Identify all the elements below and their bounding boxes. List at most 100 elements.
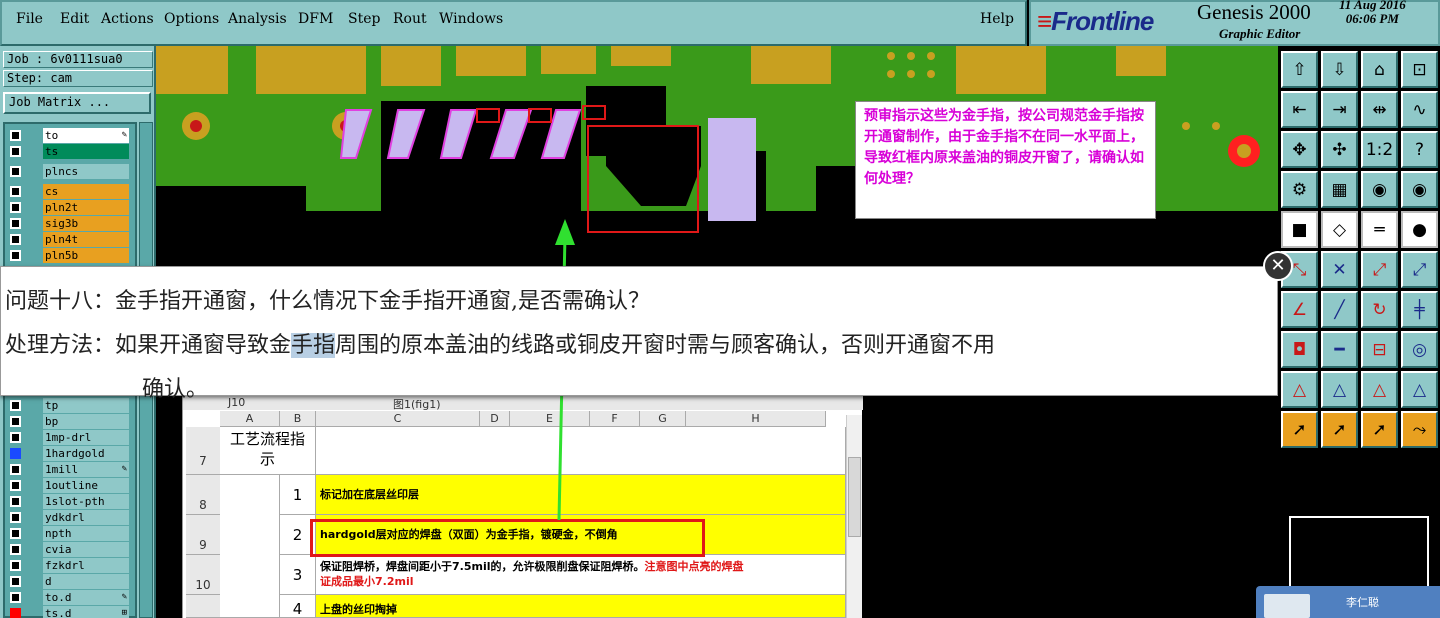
layer-row[interactable]: d <box>7 574 129 589</box>
sheet-scrollbar[interactable] <box>846 415 862 618</box>
layer-name[interactable]: to.d ✎ <box>43 590 129 605</box>
row-header[interactable]: 9 <box>186 515 220 555</box>
menu-windows[interactable]: Windows <box>439 11 503 27</box>
cell-reference[interactable]: J10 <box>228 396 245 409</box>
tool-button[interactable]: ╱ <box>1321 291 1358 328</box>
menu-actions[interactable]: Actions <box>101 11 154 27</box>
instruction-cell[interactable]: 上盘的丝印掏掉 <box>316 595 846 618</box>
layer-name[interactable]: 1mill ✎ <box>43 462 129 477</box>
instruction-cell[interactable]: 保证阻焊桥，焊盘间距小于7.5mil的，允许极限削盘保证阻焊桥。注意图中点亮的焊… <box>316 555 846 595</box>
tool-button[interactable]: ◘ <box>1281 331 1318 368</box>
layer-name[interactable]: d <box>43 574 129 589</box>
layer-row[interactable]: ts.d ⊞ <box>7 606 129 618</box>
col-header[interactable]: G <box>640 411 686 427</box>
row-header[interactable]: 7 <box>186 427 220 475</box>
menu-analysis[interactable]: Analysis <box>228 11 287 27</box>
layer-name[interactable]: cs <box>43 184 129 199</box>
layer-row[interactable]: bp <box>7 414 129 429</box>
layer-row[interactable]: 1mill ✎ <box>7 462 129 477</box>
layer-row[interactable]: npth <box>7 526 129 541</box>
tool-button[interactable]: ◉ <box>1361 171 1398 208</box>
tool-button[interactable]: ➚ <box>1321 411 1358 448</box>
tool-button[interactable]: ◇ <box>1321 211 1358 248</box>
tool-button[interactable]: ? <box>1401 131 1438 168</box>
layer-checkbox[interactable] <box>10 496 21 507</box>
tool-button[interactable]: △ <box>1321 371 1358 408</box>
row-header[interactable] <box>186 595 220 618</box>
tool-button[interactable]: ➚ <box>1281 411 1318 448</box>
layer-checkbox[interactable] <box>10 166 21 177</box>
layer-checkbox[interactable] <box>10 512 21 523</box>
layer-checkbox[interactable] <box>10 480 21 491</box>
layer-checkbox[interactable] <box>10 186 21 197</box>
layer-row[interactable]: to ✎ <box>7 128 129 143</box>
layer-row[interactable]: cvia <box>7 542 129 557</box>
layer-row[interactable]: to.d ✎ <box>7 590 129 605</box>
layer-checkbox[interactable] <box>10 576 21 587</box>
layer-name[interactable]: 1outline <box>43 478 129 493</box>
layer-checkbox[interactable] <box>10 448 21 459</box>
tool-button[interactable]: ➚ <box>1361 411 1398 448</box>
layer-name[interactable]: ydkdrl <box>43 510 129 525</box>
row-header[interactable]: 10 <box>186 555 220 595</box>
layer-row[interactable]: plncs <box>7 164 129 179</box>
tool-button[interactable]: ◉ <box>1401 171 1438 208</box>
tool-button[interactable]: ⇧ <box>1281 51 1318 88</box>
layer-checkbox[interactable] <box>10 400 21 411</box>
tool-button[interactable]: ═ <box>1361 211 1398 248</box>
layer-checkbox[interactable] <box>10 592 21 603</box>
layer-checkbox[interactable] <box>10 234 21 245</box>
tool-button[interactable]: ✕ <box>1321 251 1358 288</box>
layer-row[interactable]: ydkdrl <box>7 510 129 525</box>
layer-row[interactable]: ts <box>7 144 129 159</box>
tool-button[interactable]: ⇩ <box>1321 51 1358 88</box>
chat-notification[interactable]: 李仁聪 <box>1256 586 1440 618</box>
menu-edit[interactable]: Edit <box>60 11 89 27</box>
row-header[interactable]: 8 <box>186 475 220 515</box>
tool-button[interactable]: ✣ <box>1321 131 1358 168</box>
menu-file[interactable]: File <box>16 11 43 27</box>
scroll-thumb[interactable] <box>848 457 861 537</box>
tool-button[interactable]: ⇥ <box>1321 91 1358 128</box>
layer-name[interactable]: tp <box>43 398 129 413</box>
menu-options[interactable]: Options <box>164 11 219 27</box>
tool-button[interactable]: ∠ <box>1281 291 1318 328</box>
tool-button[interactable]: 1:2 <box>1361 131 1398 168</box>
layer-checkbox[interactable] <box>10 608 21 618</box>
layer-row[interactable]: sig3b <box>7 216 129 231</box>
tool-button[interactable]: ⤳ <box>1401 411 1438 448</box>
col-header[interactable]: A <box>220 411 280 427</box>
formula-content[interactable]: 图1(fig1) <box>393 396 441 412</box>
layer-row[interactable]: pln4t <box>7 232 129 247</box>
layer-name[interactable]: ts <box>43 144 129 159</box>
tool-button[interactable]: ✥ <box>1281 131 1318 168</box>
layer-checkbox[interactable] <box>10 528 21 539</box>
index-cell[interactable]: 3 <box>280 555 316 595</box>
menu-dfm[interactable]: DFM <box>298 11 333 27</box>
layer-row[interactable]: pln2t <box>7 200 129 215</box>
tool-button[interactable]: ╪ <box>1401 291 1438 328</box>
tool-button[interactable]: ⌂ <box>1361 51 1398 88</box>
cell[interactable] <box>220 475 280 618</box>
tool-button[interactable]: ⇹ <box>1361 91 1398 128</box>
layer-name[interactable]: pln2t <box>43 200 129 215</box>
layer-checkbox[interactable] <box>10 250 21 261</box>
layer-name[interactable]: 1mp-drl <box>43 430 129 445</box>
close-button[interactable]: ✕ <box>1263 251 1293 281</box>
tool-button[interactable]: ⤢ <box>1401 251 1438 288</box>
process-header-cell[interactable]: 工艺流程指示 <box>220 427 316 475</box>
col-header[interactable]: D <box>480 411 510 427</box>
tool-button[interactable]: △ <box>1281 371 1318 408</box>
menu-step[interactable]: Step <box>348 11 380 27</box>
layer-checkbox[interactable] <box>10 218 21 229</box>
layer-name[interactable]: plncs <box>43 164 129 179</box>
layer-row[interactable]: 1mp-drl <box>7 430 129 445</box>
layer-checkbox[interactable] <box>10 202 21 213</box>
index-cell[interactable]: 1 <box>280 475 316 515</box>
tool-button[interactable]: ⇤ <box>1281 91 1318 128</box>
layer-row[interactable]: 1hardgold <box>7 446 129 461</box>
layer-name[interactable]: bp <box>43 414 129 429</box>
layer-name[interactable]: pln4t <box>43 232 129 247</box>
layer-row[interactable]: 1slot-pth <box>7 494 129 509</box>
layer-name[interactable]: sig3b <box>43 216 129 231</box>
